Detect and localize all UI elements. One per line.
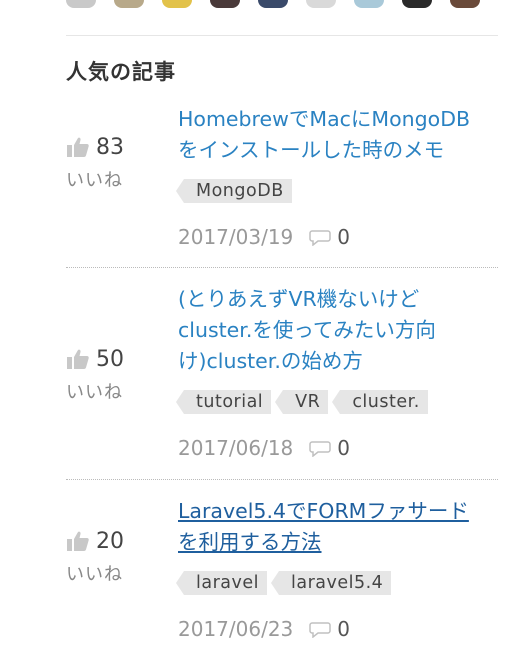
tag-laravel[interactable]: laravel <box>176 571 267 595</box>
article-item: 50 いいね (とりあえずVR機ないけど cluster.を使ってみたい方向 け… <box>66 284 498 464</box>
title-line: HomebrewでMacにMongoDB <box>178 107 471 131</box>
like-label: いいね <box>66 564 123 585</box>
article-title-link[interactable]: Laravel5.4でFORMファサード を利用する方法 <box>178 496 498 558</box>
title-line: Laravel5.4でFORMファサード <box>178 499 469 523</box>
avatar[interactable] <box>66 0 96 8</box>
like-box: 20 いいね <box>66 526 156 586</box>
like-count: 20 <box>96 528 124 554</box>
tag-laravel54[interactable]: laravel5.4 <box>270 571 392 595</box>
tag-tutorial[interactable]: tutorial <box>175 390 272 414</box>
like-box: 83 いいね <box>66 132 156 192</box>
article-item: 20 いいね Laravel5.4でFORMファサード を利用する方法 lara… <box>66 496 498 646</box>
title-line: け)cluster.の始め方 <box>178 349 363 373</box>
avatar[interactable] <box>306 0 336 8</box>
article-content: (とりあえずVR機ないけど cluster.を使ってみたい方向 け)cluste… <box>175 284 498 461</box>
avatar[interactable] <box>162 0 192 8</box>
article-date: 2017/06/18 <box>178 436 294 460</box>
like-box: 50 いいね <box>66 344 156 404</box>
comment-bubble-icon <box>309 441 332 457</box>
avatar[interactable] <box>210 0 240 8</box>
article-title-link[interactable]: HomebrewでMacにMongoDB をインストールした時のメモ <box>178 104 498 166</box>
title-line: cluster.を使ってみたい方向 <box>178 318 436 342</box>
tag-mongodb[interactable]: MongoDB <box>176 179 292 203</box>
article-divider <box>66 479 498 480</box>
comment-bubble-icon <box>309 622 332 638</box>
tag-list: laravel laravel5.4 <box>176 570 498 596</box>
avatar[interactable] <box>114 0 144 8</box>
comment-count[interactable]: 0 <box>337 225 350 249</box>
thumbs-up-icon <box>67 531 89 551</box>
article-content: Laravel5.4でFORMファサード を利用する方法 laravel lar… <box>176 496 498 642</box>
article-content: HomebrewでMacにMongoDB をインストールした時のメモ Mongo… <box>176 104 498 250</box>
comment-count[interactable]: 0 <box>337 436 350 460</box>
comment-count[interactable]: 0 <box>337 617 350 641</box>
avatar-strip <box>66 0 496 10</box>
article-divider <box>66 267 498 268</box>
tag-list: MongoDB <box>176 178 498 204</box>
article-meta: 2017/03/19 0 <box>178 224 498 250</box>
avatar[interactable] <box>402 0 432 8</box>
like-label: いいね <box>66 170 123 191</box>
like-count: 50 <box>96 346 124 372</box>
article-date: 2017/06/23 <box>178 617 294 641</box>
article-item: 83 いいね HomebrewでMacにMongoDB をインストールした時のメ… <box>66 104 498 254</box>
article-meta: 2017/06/23 0 <box>178 616 498 642</box>
like-count: 83 <box>96 134 124 160</box>
section-divider <box>66 35 498 36</box>
thumbs-up-icon <box>67 349 89 369</box>
article-title-link[interactable]: (とりあえずVR機ないけど cluster.を使ってみたい方向 け)cluste… <box>178 284 498 377</box>
title-line: (とりあえずVR機ないけど <box>178 287 420 311</box>
thumbs-up-icon <box>67 137 89 157</box>
avatar[interactable] <box>354 0 384 8</box>
article-date: 2017/03/19 <box>178 225 294 249</box>
comment-bubble-icon <box>309 230 332 246</box>
tag-list: tutorial VR cluster. <box>175 389 498 415</box>
title-line: をインストールした時のメモ <box>178 138 445 162</box>
section-title: 人気の記事 <box>66 60 176 84</box>
title-line: を利用する方法 <box>178 530 322 554</box>
tag-vr[interactable]: VR <box>275 390 329 414</box>
avatar[interactable] <box>258 0 288 8</box>
like-label: いいね <box>66 382 123 403</box>
tag-cluster[interactable]: cluster. <box>332 390 428 414</box>
avatar[interactable] <box>450 0 480 8</box>
article-meta: 2017/06/18 0 <box>178 435 498 461</box>
